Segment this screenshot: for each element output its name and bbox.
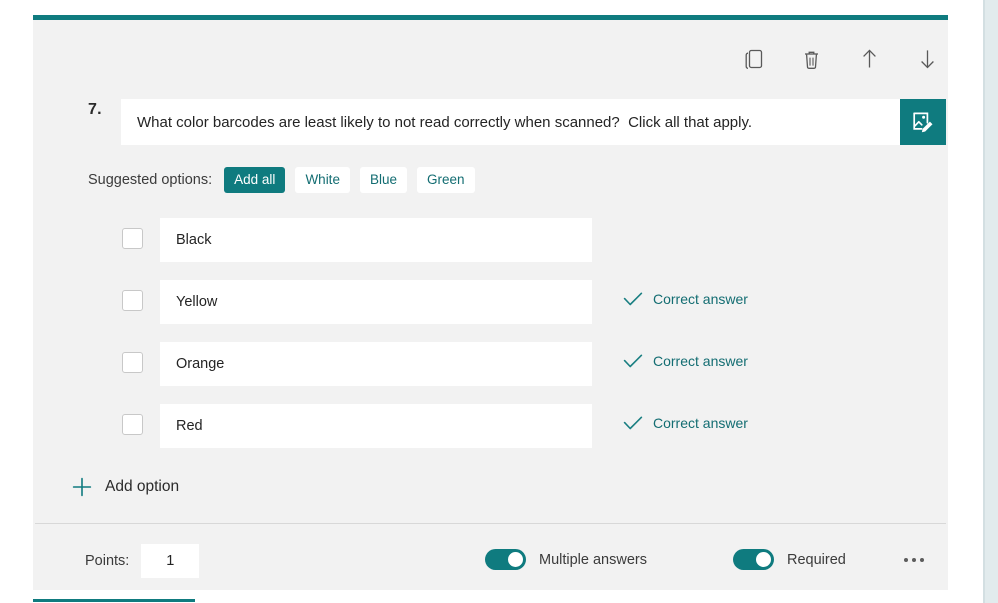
option-checkbox[interactable]	[122, 352, 143, 373]
page-scrollbar-edge	[983, 0, 985, 603]
question-toolbar	[723, 41, 943, 77]
move-down-icon[interactable]	[911, 43, 943, 75]
option-checkbox[interactable]	[122, 414, 143, 435]
question-footer: Points: Multiple answers Required	[33, 524, 948, 590]
correct-answer-label: Correct answer	[653, 353, 748, 369]
points-input[interactable]	[141, 544, 200, 578]
option-row	[88, 211, 938, 273]
points-label: Points:	[85, 553, 130, 569]
correct-answer-label: Correct answer	[653, 415, 748, 431]
required-toggle[interactable]	[733, 549, 774, 570]
forms-question-editor: 7. Suggested options: Add all White Blue…	[0, 0, 998, 603]
option-row: Correct answer	[88, 397, 938, 459]
option-row: Correct answer	[88, 273, 938, 335]
check-icon	[623, 292, 643, 306]
suggested-chip-blue[interactable]: Blue	[359, 167, 407, 194]
page-right-margin	[948, 0, 983, 603]
check-icon	[623, 354, 643, 368]
suggested-chip-green[interactable]: Green	[416, 167, 475, 194]
suggested-options-label: Suggested options:	[88, 172, 213, 189]
multiple-answers-toggle[interactable]	[485, 549, 526, 570]
suggested-chip-add-all[interactable]: Add all	[224, 167, 286, 194]
required-group: Required	[733, 549, 846, 570]
suggested-options: Suggested options: Add all White Blue Gr…	[88, 167, 475, 194]
option-text-input[interactable]	[160, 218, 592, 262]
page-scrollbar-track[interactable]	[983, 0, 998, 603]
option-list: Correct answer Correct answer	[88, 211, 938, 459]
correct-answer-marker[interactable]: Correct answer	[623, 415, 748, 431]
question-text-input[interactable]	[121, 99, 900, 145]
correct-answer-marker[interactable]: Correct answer	[623, 291, 748, 307]
question-card: 7. Suggested options: Add all White Blue…	[33, 15, 948, 590]
question-number: 7.	[88, 101, 102, 118]
copy-icon[interactable]	[737, 43, 769, 75]
toggle-knob	[756, 552, 771, 567]
option-text-input[interactable]	[160, 280, 592, 324]
multiple-answers-label: Multiple answers	[539, 551, 647, 568]
check-icon	[623, 416, 643, 430]
bottom-accent-line	[33, 599, 195, 602]
plus-icon	[72, 477, 92, 497]
correct-answer-label: Correct answer	[653, 291, 748, 307]
card-accent-bar	[33, 15, 948, 20]
option-text-input[interactable]	[160, 404, 592, 448]
correct-answer-marker[interactable]: Correct answer	[623, 353, 748, 369]
required-label: Required	[787, 551, 846, 568]
multiple-answers-group: Multiple answers	[485, 549, 647, 570]
move-up-icon[interactable]	[853, 43, 885, 75]
add-option-label: Add option	[105, 478, 180, 495]
more-dot	[912, 558, 916, 562]
option-row: Correct answer	[88, 335, 938, 397]
toggle-knob	[508, 552, 523, 567]
suggested-chip-white[interactable]: White	[295, 167, 350, 194]
insert-media-icon[interactable]	[900, 99, 946, 145]
option-checkbox[interactable]	[122, 228, 143, 249]
more-options-icon[interactable]	[895, 546, 933, 574]
option-checkbox[interactable]	[122, 290, 143, 311]
more-dot	[920, 558, 924, 562]
delete-icon[interactable]	[795, 43, 827, 75]
more-dot	[904, 558, 908, 562]
add-option-button[interactable]: Add option	[63, 470, 187, 504]
question-row: 7.	[60, 83, 948, 145]
option-text-input[interactable]	[160, 342, 592, 386]
points-group: Points:	[85, 544, 200, 578]
